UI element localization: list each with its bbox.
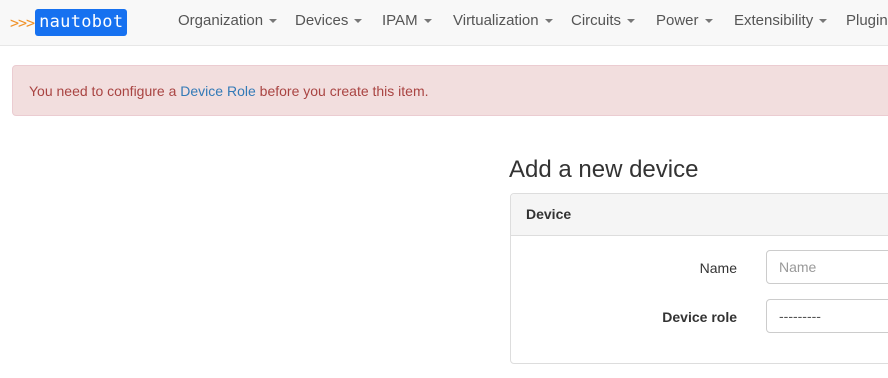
caret-down-icon: [819, 19, 828, 24]
brand-name: nautobot: [35, 9, 128, 36]
page-title: Add a new device: [509, 156, 699, 183]
device-panel: Device Name Device role ---------: [510, 193, 888, 364]
caret-down-icon: [704, 19, 713, 24]
nav-item-label: IPAM: [382, 12, 418, 29]
device-role-link[interactable]: Device Role: [180, 83, 255, 99]
nav-item-label: Plugins: [846, 12, 888, 29]
caret-down-icon: [269, 19, 278, 24]
caret-down-icon: [354, 19, 363, 24]
device-role-select[interactable]: ---------: [766, 299, 888, 333]
error-alert: You need to configure a Device Role befo…: [12, 65, 888, 116]
panel-heading: Device: [511, 194, 888, 236]
nav-item-devices[interactable]: Devices: [295, 0, 363, 46]
caret-down-icon: [423, 19, 432, 24]
nav-item-plugins[interactable]: Plugins: [846, 0, 888, 46]
name-input[interactable]: [766, 250, 888, 284]
name-label: Name: [699, 260, 737, 276]
nav-item-ipam[interactable]: IPAM: [382, 0, 432, 46]
nav-item-extensibility[interactable]: Extensibility: [734, 0, 828, 46]
caret-down-icon: [544, 19, 553, 24]
nav-item-organization[interactable]: Organization: [178, 0, 278, 46]
top-navbar: >>> nautobot Organization Devices IPAM V…: [0, 0, 888, 46]
caret-down-icon: [627, 19, 636, 24]
nav-item-label: Power: [656, 12, 699, 29]
nav-item-label: Extensibility: [734, 12, 814, 29]
nav-item-label: Circuits: [571, 12, 622, 29]
nav-item-power[interactable]: Power: [656, 0, 713, 46]
brand-arrows: >>>: [10, 13, 35, 32]
alert-text-prefix: You need to configure a: [29, 83, 181, 99]
nav-item-label: Virtualization: [453, 12, 539, 29]
device-role-value: ---------: [779, 308, 821, 324]
nav-item-circuits[interactable]: Circuits: [571, 0, 636, 46]
nav-item-label: Organization: [178, 12, 264, 29]
brand-logo[interactable]: >>> nautobot: [10, 8, 128, 37]
alert-text-suffix: before you create this item.: [255, 83, 429, 99]
nav-item-virtualization[interactable]: Virtualization: [453, 0, 553, 46]
nav-item-label: Devices: [295, 12, 349, 29]
device-role-label: Device role: [662, 309, 737, 325]
